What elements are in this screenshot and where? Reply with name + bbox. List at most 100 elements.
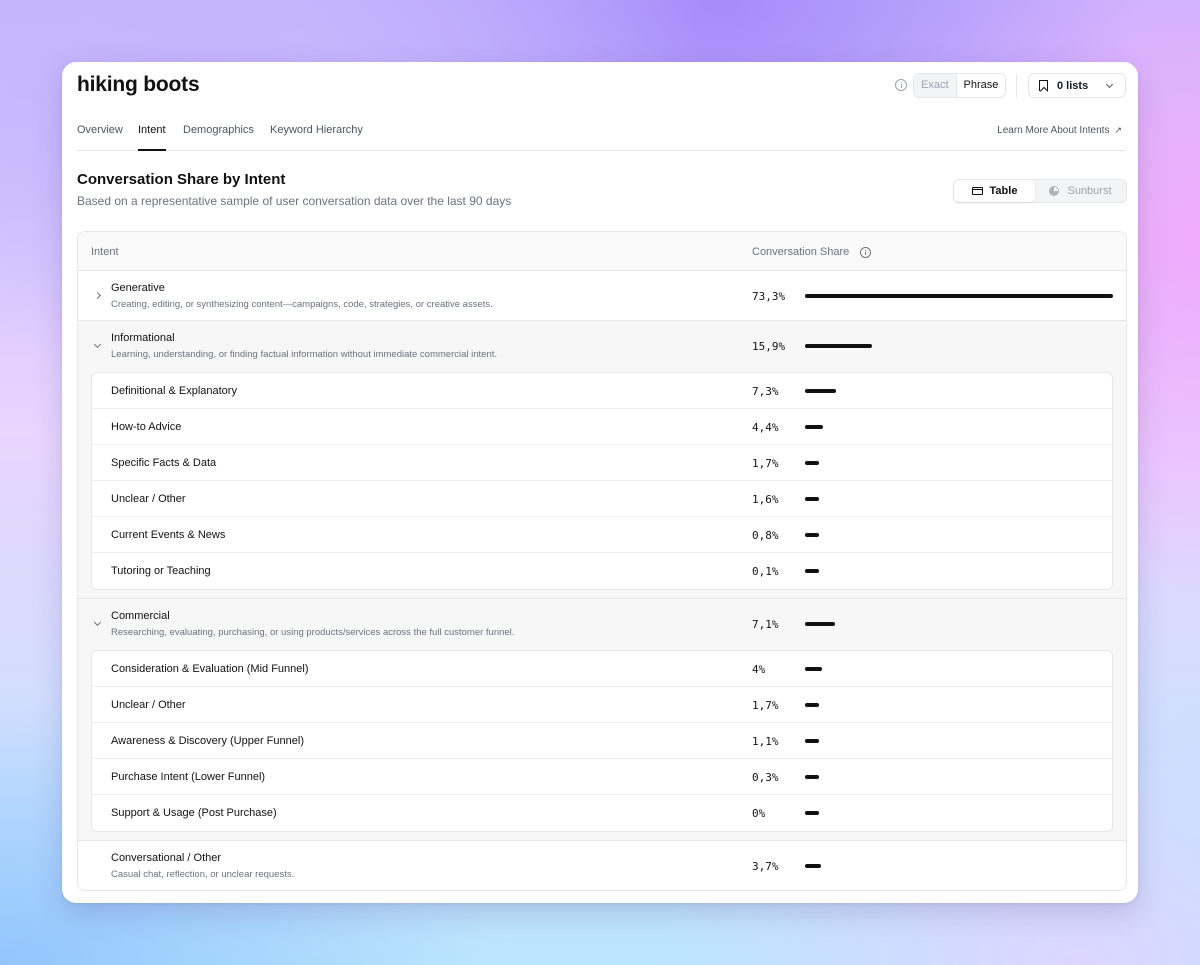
sub-intent-name: Specific Facts & Data xyxy=(111,457,217,469)
intent-group[interactable]: Conversational / Other Casual chat, refle… xyxy=(78,841,1126,890)
chevron-down-icon[interactable] xyxy=(93,618,102,627)
share-value: 1,7% xyxy=(752,457,779,470)
sub-intent-row[interactable]: Current Events & News 0,8% xyxy=(92,517,1112,553)
lists-dropdown[interactable]: 0 lists xyxy=(1028,73,1126,98)
sub-intent-row[interactable]: Consideration & Evaluation (Mid Funnel) 4… xyxy=(92,651,1112,687)
share-value: 1,1% xyxy=(752,735,779,748)
intent-group[interactable]: Generative Creating, editing, or synthesi… xyxy=(78,271,1126,321)
divider xyxy=(1016,74,1017,98)
share-bar xyxy=(805,811,819,815)
share-value: 4,4% xyxy=(752,421,779,434)
intent-group[interactable]: Commercial Researching, evaluating, purch… xyxy=(78,599,1126,841)
table-view-button[interactable]: Table xyxy=(954,180,1035,202)
sub-intent-name: Current Events & News xyxy=(111,529,226,541)
sub-intent-row[interactable]: Definitional & Explanatory 7,3% xyxy=(92,373,1112,409)
share-bar xyxy=(805,703,819,707)
share-value: 0% xyxy=(752,807,766,820)
sub-intent-row[interactable]: Unclear / Other 1,6% xyxy=(92,481,1112,517)
learn-more-link[interactable]: Learn More About Intents ↗ xyxy=(997,125,1122,136)
share-bar xyxy=(805,461,819,465)
intent-name: Generative xyxy=(111,282,165,294)
share-value: 15,9% xyxy=(752,340,786,353)
table-header: Intent Conversation Share xyxy=(78,232,1126,271)
share-bar xyxy=(805,294,1113,298)
sub-intent-row[interactable]: Awareness & Discovery (Upper Funnel) 1,1% xyxy=(92,723,1112,759)
phrase-match-button[interactable]: Phrase xyxy=(955,74,1006,97)
sub-intent-name: How-to Advice xyxy=(111,421,182,433)
sub-intent-name: Unclear / Other xyxy=(111,493,186,505)
sub-intent-name: Unclear / Other xyxy=(111,699,186,711)
sub-intent-row[interactable]: Unclear / Other 1,7% xyxy=(92,687,1112,723)
intent-group[interactable]: Informational Learning, understanding, or… xyxy=(78,321,1126,599)
intent-description: Creating, editing, or synthesizing conte… xyxy=(111,299,493,310)
sunburst-icon xyxy=(1049,186,1060,196)
tab-demographics[interactable]: Demographics xyxy=(183,124,254,151)
intent-name: Conversational / Other xyxy=(111,852,222,864)
sub-intent-list: Definitional & Explanatory 7,3% How-to Adv… xyxy=(91,372,1113,590)
section-subtitle: Based on a representative sample of user… xyxy=(77,194,512,208)
intent-description: Researching, evaluating, purchasing, or … xyxy=(111,627,515,638)
share-bar xyxy=(805,739,819,743)
share-value: 4% xyxy=(752,663,766,676)
intent-name: Informational xyxy=(111,332,175,344)
share-bar xyxy=(805,425,824,429)
page-title: hiking boots xyxy=(77,73,200,96)
chevron-down-icon xyxy=(1105,80,1114,89)
intent-table: Intent Conversation Share Generative Crea… xyxy=(77,231,1127,891)
share-bar xyxy=(805,533,819,537)
table-icon xyxy=(971,187,983,195)
column-header-share: Conversation Share xyxy=(752,246,850,258)
sub-intent-name: Consideration & Evaluation (Mid Funnel) xyxy=(111,663,309,675)
tab-bar: Overview Intent Demographics Keyword Hie… xyxy=(77,120,1126,151)
info-icon[interactable] xyxy=(860,247,871,258)
column-header-intent: Intent xyxy=(91,246,119,258)
share-bar xyxy=(805,864,821,868)
intent-description: Casual chat, reflection, or unclear requ… xyxy=(111,869,295,880)
share-value: 0,8% xyxy=(752,529,779,542)
match-type-toggle: Exact Phrase xyxy=(913,73,1007,98)
share-value: 7,3% xyxy=(752,385,779,398)
learn-more-label: Learn More About Intents xyxy=(997,125,1110,136)
share-value: 73,3% xyxy=(752,290,786,303)
sub-intent-name: Definitional & Explanatory xyxy=(111,385,237,397)
share-bar xyxy=(805,622,835,626)
info-icon[interactable] xyxy=(895,79,907,91)
external-arrow-icon: ↗ xyxy=(1114,125,1122,135)
intent-panel: hiking boots Exact Phrase 0 lists Overvi… xyxy=(62,62,1138,903)
tab-overview[interactable]: Overview xyxy=(77,124,123,151)
sub-intent-row[interactable]: How-to Advice 4,4% xyxy=(92,409,1112,445)
share-value: 0,3% xyxy=(752,771,779,784)
lists-label: 0 lists xyxy=(1057,79,1089,92)
sub-intent-name: Support & Usage (Post Purchase) xyxy=(111,807,277,819)
sub-intent-name: Awareness & Discovery (Upper Funnel) xyxy=(111,735,304,747)
sub-intent-list: Consideration & Evaluation (Mid Funnel) 4… xyxy=(91,650,1113,832)
tab-intent[interactable]: Intent xyxy=(138,124,166,151)
exact-match-button[interactable]: Exact xyxy=(914,74,956,97)
bookmark-icon xyxy=(1039,80,1048,91)
share-bar xyxy=(805,569,819,573)
tab-keyword-hierarchy[interactable]: Keyword Hierarchy xyxy=(270,124,363,151)
share-value: 0,1% xyxy=(752,565,779,578)
sub-intent-row[interactable]: Support & Usage (Post Purchase) 0% xyxy=(92,795,1112,831)
share-value: 7,1% xyxy=(752,618,779,631)
view-toggle: Table Sunburst xyxy=(953,179,1127,203)
chevron-right-icon[interactable] xyxy=(93,291,102,300)
share-bar xyxy=(805,344,872,348)
sub-intent-row[interactable]: Tutoring or Teaching 0,1% xyxy=(92,553,1112,589)
share-value: 1,7% xyxy=(752,699,779,712)
share-bar xyxy=(805,667,822,671)
sunburst-view-button[interactable]: Sunburst xyxy=(1035,180,1126,202)
section-title: Conversation Share by Intent xyxy=(77,171,286,188)
sub-intent-row[interactable]: Purchase Intent (Lower Funnel) 0,3% xyxy=(92,759,1112,795)
table-view-label: Table xyxy=(989,185,1018,197)
share-value: 1,6% xyxy=(752,493,779,506)
intent-name: Commercial xyxy=(111,610,170,622)
sub-intent-row[interactable]: Specific Facts & Data 1,7% xyxy=(92,445,1112,481)
sub-intent-name: Tutoring or Teaching xyxy=(111,565,211,577)
share-bar xyxy=(805,389,836,393)
chevron-down-icon[interactable] xyxy=(93,340,102,349)
share-bar xyxy=(805,775,819,779)
sunburst-view-label: Sunburst xyxy=(1067,185,1112,197)
share-value: 3,7% xyxy=(752,860,779,873)
share-bar xyxy=(805,497,819,501)
